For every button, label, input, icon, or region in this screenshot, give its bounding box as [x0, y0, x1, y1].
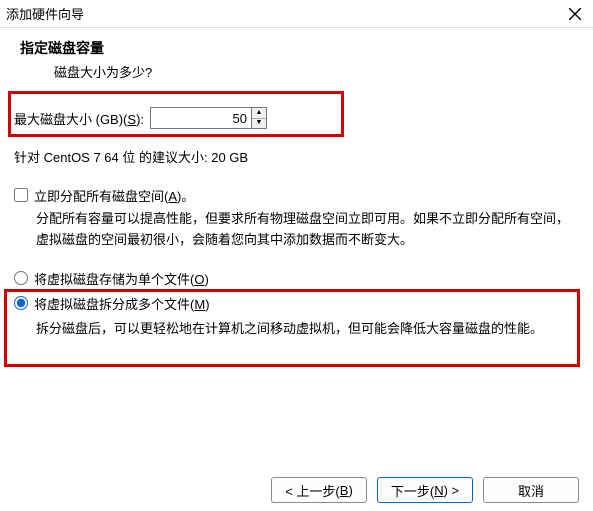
label-text: ): — [136, 112, 144, 127]
label-text: < 上一步( — [285, 481, 340, 500]
label-text: 将虚拟磁盘拆分成多个文件( — [34, 297, 194, 312]
store-single-file-label: 将虚拟磁盘存储为单个文件(O) — [34, 269, 209, 288]
label-accel: S — [127, 112, 136, 127]
wizard-header: 指定磁盘容量 磁盘大小为多少? — [0, 28, 593, 95]
label-text: ) — [205, 297, 209, 312]
label-accel: O — [194, 272, 204, 287]
close-icon — [569, 8, 581, 20]
spinner-buttons: ▲ ▼ — [251, 108, 266, 128]
allocate-now-label: 立即分配所有磁盘空间(A)。 — [34, 186, 194, 205]
split-multiple-files-description: 拆分磁盘后，可以更轻松地在计算机之间移动虚拟机，但可能会降低大容量磁盘的性能。 — [36, 319, 579, 340]
wizard-body: 最大磁盘大小 (GB)(S): ▲ ▼ 针对 CentOS 7 64 位 的建议… — [0, 95, 593, 341]
page-title: 指定磁盘容量 — [6, 38, 593, 58]
label-accel: A — [168, 189, 177, 204]
label-text: ) — [348, 483, 352, 498]
split-multiple-files-group: 将虚拟磁盘拆分成多个文件(M) 拆分磁盘后，可以更轻松地在计算机之间移动虚拟机，… — [14, 294, 579, 342]
label-text: )。 — [177, 189, 194, 204]
label-text: 最大磁盘大小 (GB)( — [14, 112, 127, 127]
page-subtitle: 磁盘大小为多少? — [6, 62, 593, 81]
allocate-now-checkbox[interactable] — [14, 188, 28, 202]
label-text: 立即分配所有磁盘空间( — [34, 189, 168, 204]
store-single-file-row[interactable]: 将虚拟磁盘存储为单个文件(O) — [14, 269, 579, 288]
store-single-file-radio[interactable] — [14, 271, 28, 285]
allocate-now-description: 分配所有容量可以提高性能，但要求所有物理磁盘空间立即可用。如果不立即分配所有空间… — [36, 209, 579, 251]
allocate-now-row[interactable]: 立即分配所有磁盘空间(A)。 — [14, 186, 579, 205]
next-button[interactable]: 下一步(N) > — [377, 477, 473, 503]
back-button[interactable]: < 上一步(B) — [271, 477, 367, 503]
wizard-footer: < 上一步(B) 下一步(N) > 取消 — [271, 477, 579, 503]
max-disk-size-row: 最大磁盘大小 (GB)(S): ▲ ▼ — [14, 107, 579, 129]
cancel-button[interactable]: 取消 — [483, 477, 579, 503]
label-accel: B — [340, 483, 349, 498]
titlebar: 添加硬件向导 — [0, 0, 593, 28]
split-multiple-files-row[interactable]: 将虚拟磁盘拆分成多个文件(M) — [14, 294, 579, 313]
label-text: ) > — [444, 483, 460, 498]
recommended-size-text: 针对 CentOS 7 64 位 的建议大小: 20 GB — [14, 147, 579, 166]
spinner-down-button[interactable]: ▼ — [252, 119, 266, 129]
close-button[interactable] — [565, 4, 585, 24]
max-disk-size-input[interactable] — [151, 108, 251, 128]
split-multiple-files-radio[interactable] — [14, 296, 28, 310]
max-disk-size-label: 最大磁盘大小 (GB)(S): — [14, 109, 144, 128]
label-accel: M — [194, 297, 205, 312]
label-accel: N — [434, 483, 443, 498]
label-text: 下一步( — [391, 481, 434, 500]
label-text: 将虚拟磁盘存储为单个文件( — [34, 272, 194, 287]
spinner-up-button[interactable]: ▲ — [252, 108, 266, 119]
label-text: ) — [204, 272, 208, 287]
split-multiple-files-label: 将虚拟磁盘拆分成多个文件(M) — [34, 294, 210, 313]
max-disk-size-spinner: ▲ ▼ — [150, 107, 267, 129]
window-title: 添加硬件向导 — [6, 4, 84, 23]
